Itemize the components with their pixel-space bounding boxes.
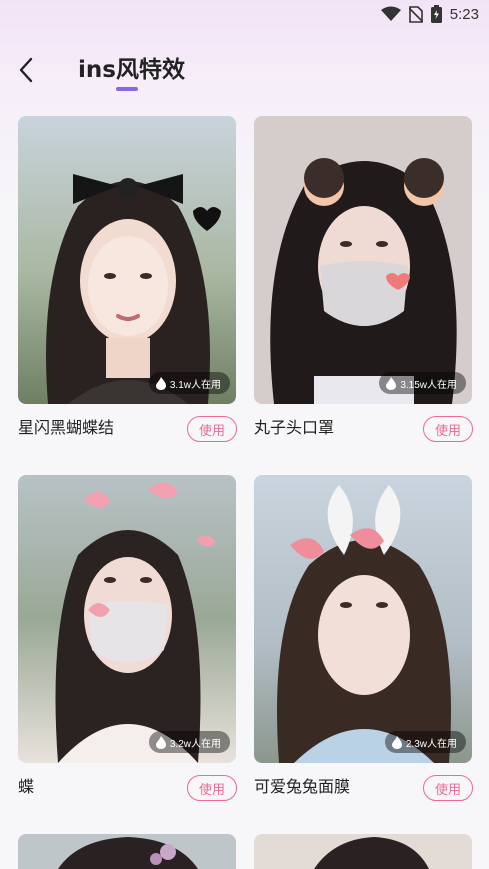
effect-preview-image <box>18 475 236 763</box>
effect-name: 星闪黑蝴蝶结 <box>18 418 115 437</box>
back-button[interactable] <box>12 54 40 86</box>
effect-thumbnail[interactable]: 3.2w人在用 <box>18 475 236 763</box>
effect-preview-image <box>254 834 472 869</box>
battery-icon <box>430 5 442 23</box>
effect-preview-image <box>254 475 472 763</box>
usage-count: 2.3w人在用 <box>405 738 457 750</box>
effect-card: 3.2w人在用 蝶 使用 <box>18 475 237 801</box>
flame-icon <box>386 376 397 390</box>
effect-name: 蝶 <box>18 777 35 796</box>
flame-icon <box>155 735 166 749</box>
status-bar: 5:23 <box>0 0 489 28</box>
effect-preview-image <box>254 116 472 404</box>
effect-thumbnail[interactable]: 3.15w人在用 <box>254 116 472 404</box>
effect-thumbnail[interactable]: 3.1w人在用 <box>18 116 236 404</box>
wifi-icon <box>380 6 401 22</box>
effect-card-partial[interactable] <box>254 834 472 869</box>
effect-preview-image <box>18 834 236 869</box>
header: ins风特效 <box>0 44 489 96</box>
effect-card: 3.15w人在用 丸子头口罩 使用 <box>254 116 473 442</box>
effect-name: 丸子头口罩 <box>254 418 335 437</box>
usage-badge: 3.15w人在用 <box>379 372 466 394</box>
effect-thumbnail[interactable]: 2.3w人在用 <box>254 475 472 763</box>
use-button[interactable]: 使用 <box>423 416 473 442</box>
usage-count: 3.15w人在用 <box>400 379 457 391</box>
usage-badge: 3.1w人在用 <box>148 372 230 394</box>
effect-preview-image <box>18 116 236 404</box>
effect-name: 可爱兔兔面膜 <box>254 777 351 796</box>
flame-icon <box>155 376 166 390</box>
page-title: ins风特效 <box>78 57 185 83</box>
effect-card: 3.1w人在用 星闪黑蝴蝶结 使用 <box>18 116 237 442</box>
usage-badge: 2.3w人在用 <box>384 731 466 753</box>
use-button[interactable]: 使用 <box>187 775 237 801</box>
usage-count: 3.1w人在用 <box>169 379 221 391</box>
use-button[interactable]: 使用 <box>423 775 473 801</box>
usage-badge: 3.2w人在用 <box>148 731 230 753</box>
effect-card-partial[interactable] <box>18 834 236 869</box>
effect-card: 2.3w人在用 可爱兔兔面膜 使用 <box>254 475 473 801</box>
title-underline <box>116 87 138 91</box>
flame-icon <box>391 735 402 749</box>
usage-count: 3.2w人在用 <box>169 738 221 750</box>
chevron-left-icon <box>19 57 33 83</box>
use-button[interactable]: 使用 <box>187 416 237 442</box>
status-time: 5:23 <box>449 5 479 23</box>
no-sim-icon <box>408 5 423 23</box>
